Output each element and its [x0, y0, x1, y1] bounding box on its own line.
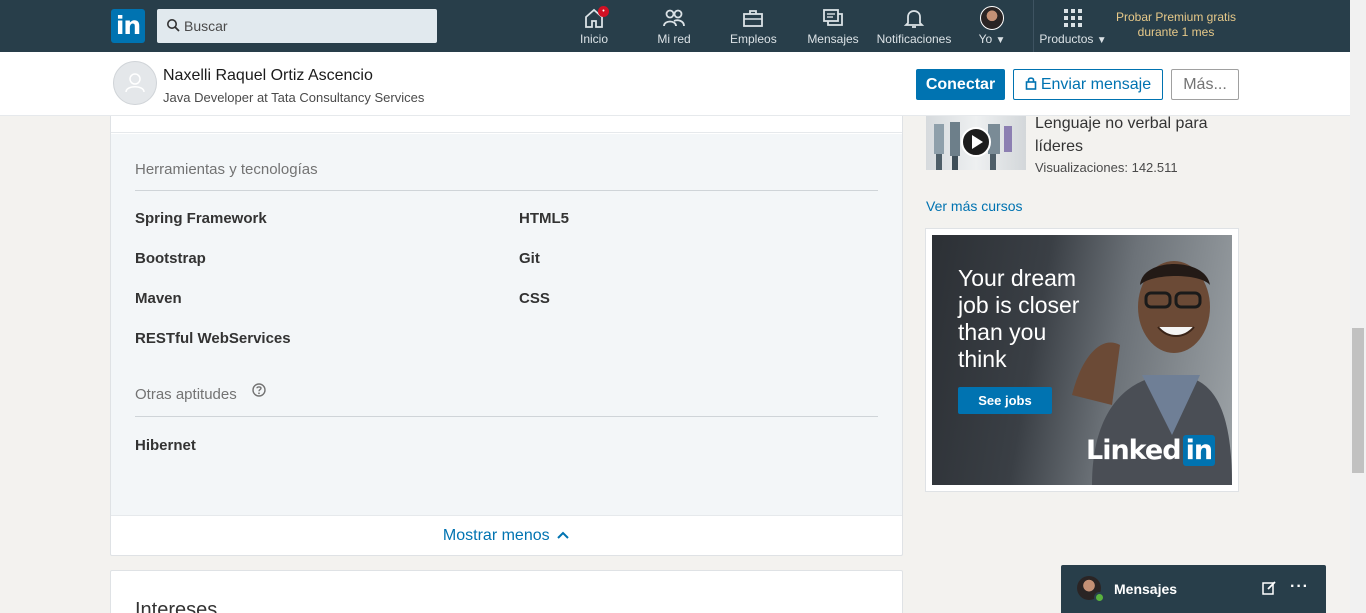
- nav-item-jobs[interactable]: Empleos: [730, 6, 777, 50]
- premium-line-2: durante 1 mes: [1137, 25, 1215, 39]
- person-placeholder-icon: [113, 61, 157, 105]
- skill-item[interactable]: HTML5: [519, 210, 569, 227]
- premium-line-1: Probar Premium gratis: [1115, 10, 1237, 24]
- ad-brand-text: Linked: [1086, 435, 1182, 466]
- profile-headline: Java Developer at Tata Consultancy Servi…: [163, 90, 425, 105]
- compose-icon[interactable]: [1261, 580, 1277, 596]
- grid-icon: [1064, 9, 1082, 27]
- more-actions-button[interactable]: Más...: [1171, 69, 1239, 100]
- online-status-icon: [1094, 592, 1105, 603]
- nav-item-products[interactable]: Productos ▼: [1036, 6, 1110, 50]
- show-less-button[interactable]: Mostrar menos: [111, 515, 902, 555]
- ad-brand-in: in: [1182, 435, 1216, 466]
- nav-label-me: Yo: [978, 32, 993, 46]
- ad-headline: Your dream job is closer than you think: [958, 265, 1080, 372]
- nav-label-products-wrapper: Productos ▼: [1036, 32, 1110, 46]
- skill-item[interactable]: Hibernet: [135, 437, 196, 454]
- course-title[interactable]: Lenguaje no verbal para líderes: [1035, 112, 1235, 158]
- search-box[interactable]: [157, 9, 437, 43]
- nav-item-messages[interactable]: Mensajes: [807, 6, 859, 50]
- ad-banner[interactable]: Your dream job is closer than you think …: [925, 228, 1239, 492]
- nav-divider: [1033, 0, 1034, 52]
- nav-label-home: Inicio: [579, 32, 608, 46]
- nav-item-notifications[interactable]: Notificaciones: [874, 6, 954, 50]
- chevron-up-icon: [557, 531, 569, 539]
- avatar-icon: [980, 6, 1004, 30]
- skills-expanded-area: Herramientas y tecnologías Spring Framew…: [111, 134, 902, 515]
- other-skills-title: Otras aptitudes: [135, 386, 237, 403]
- send-message-label: Enviar mensaje: [1040, 76, 1152, 93]
- skills-card: Herramientas y tecnologías Spring Framew…: [110, 116, 903, 556]
- see-jobs-button[interactable]: See jobs: [958, 387, 1052, 414]
- chat-icon: [823, 9, 843, 26]
- profile-avatar[interactable]: [113, 61, 157, 105]
- section-divider: [135, 416, 878, 417]
- nav-item-home[interactable]: • Inicio: [573, 6, 615, 50]
- help-icon[interactable]: [252, 383, 266, 397]
- nav-label-network: Mi red: [657, 32, 691, 46]
- connect-button[interactable]: Conectar: [916, 69, 1005, 100]
- tools-section-title: Herramientas y tecnologías: [135, 161, 318, 178]
- nav-label-messages: Mensajes: [807, 32, 859, 46]
- bell-icon: [903, 10, 925, 28]
- play-icon[interactable]: [960, 126, 992, 158]
- profile-name: Naxelli Raquel Ortiz Ascencio: [163, 67, 373, 84]
- messaging-label: Mensajes: [1114, 581, 1178, 597]
- see-more-courses-link[interactable]: Ver más cursos: [926, 198, 1022, 214]
- skill-item[interactable]: Maven: [135, 290, 182, 307]
- chevron-down-icon: ▼: [995, 35, 1006, 46]
- skill-item[interactable]: Spring Framework: [135, 210, 267, 227]
- linkedin-ad-logo: Linked in: [1086, 435, 1216, 466]
- interests-title: Intereses: [135, 599, 218, 613]
- scrollbar-thumb[interactable]: [1352, 328, 1364, 473]
- chevron-down-icon: ▼: [1096, 35, 1107, 46]
- people-icon: [663, 9, 685, 27]
- send-message-button[interactable]: Enviar mensaje: [1013, 69, 1163, 100]
- card-top-strip: [111, 116, 902, 133]
- nav-label-notifications: Notificaciones: [876, 32, 952, 46]
- nav-label-jobs: Empleos: [730, 32, 777, 46]
- nav-label-products: Productos: [1039, 32, 1094, 46]
- skill-item[interactable]: CSS: [519, 290, 550, 307]
- messaging-bar[interactable]: Mensajes ···: [1061, 565, 1326, 613]
- ad-image: Your dream job is closer than you think …: [932, 235, 1232, 485]
- skill-item[interactable]: RESTful WebServices: [135, 330, 291, 347]
- linkedin-logo[interactable]: in: [111, 9, 145, 43]
- page-scrollbar[interactable]: [1350, 0, 1366, 613]
- nav-item-network[interactable]: Mi red: [653, 6, 695, 50]
- premium-trial-link[interactable]: Probar Premium gratis durante 1 mes: [1108, 10, 1244, 40]
- notification-badge: •: [598, 6, 609, 17]
- top-navbar: in • Inicio Mi red Empleos Mensajes Noti…: [0, 0, 1366, 52]
- course-thumbnail[interactable]: [926, 116, 1026, 170]
- show-less-label: Mostrar menos: [442, 527, 550, 544]
- search-icon: [167, 19, 180, 32]
- briefcase-icon: [743, 10, 763, 27]
- search-input[interactable]: [184, 9, 429, 43]
- lock-icon: [1025, 77, 1037, 90]
- nav-label-me-wrapper: Yo ▼: [973, 32, 1011, 46]
- nav-item-me[interactable]: Yo ▼: [973, 6, 1011, 50]
- profile-sticky-header: Naxelli Raquel Ortiz Ascencio Java Devel…: [0, 52, 1350, 116]
- skill-item[interactable]: Git: [519, 250, 540, 267]
- interests-card: Intereses: [110, 570, 903, 613]
- course-views: Visualizaciones: 142.511: [1035, 160, 1178, 175]
- more-options-icon[interactable]: ···: [1290, 578, 1309, 596]
- skill-item[interactable]: Bootstrap: [135, 250, 206, 267]
- section-divider: [135, 190, 878, 191]
